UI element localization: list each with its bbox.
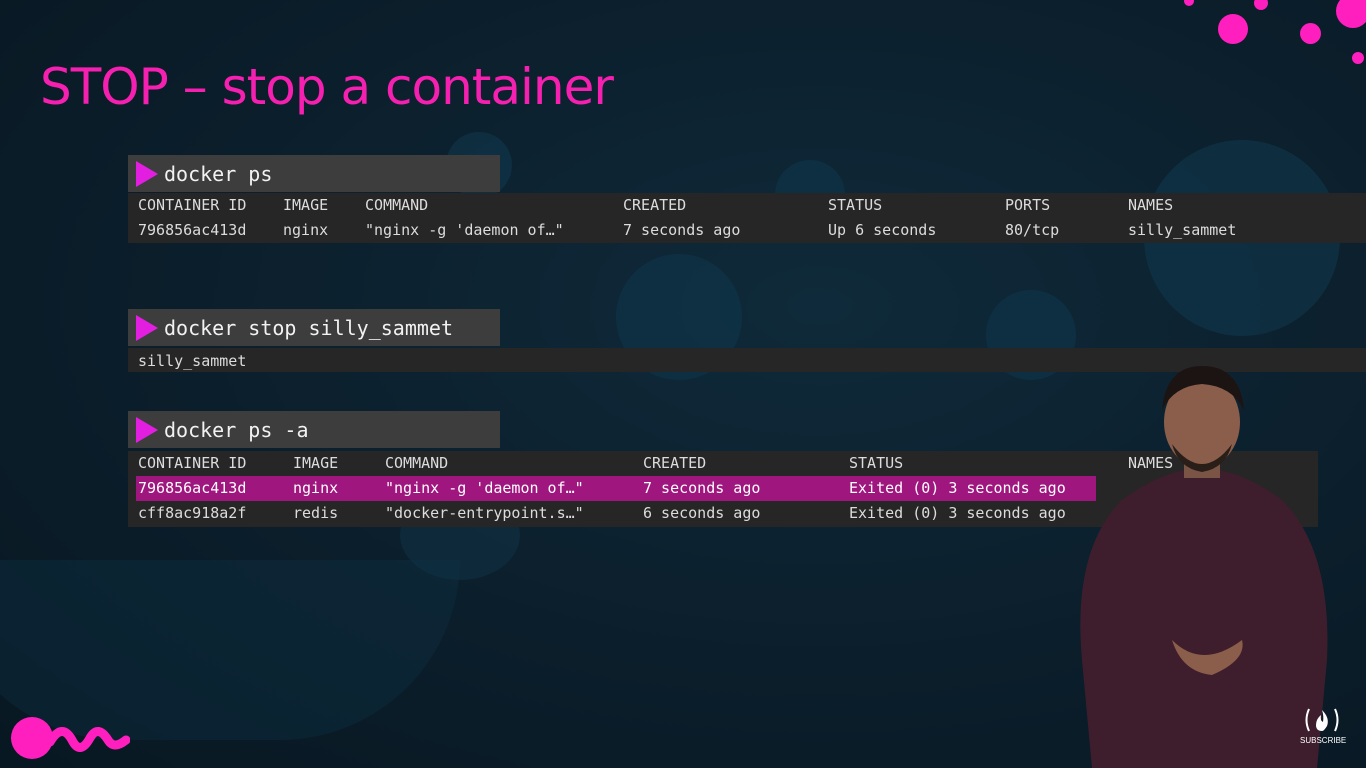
column-header: CREATED [623,196,687,214]
column-header: CREATED [643,454,707,472]
status-cell: Up 6 seconds [828,221,937,239]
image-name: redis [293,504,339,522]
command-bar: docker ps [128,155,500,192]
names-cell: silly_sammet [1128,221,1237,239]
column-header: COMMAND [365,196,429,214]
table-row-highlighted: 796856ac413d nginx "nginx -g 'daemon of…… [136,476,1096,501]
play-arrow-icon [136,160,158,187]
created-cell: 7 seconds ago [623,221,741,239]
command-cell: "docker-entrypoint.s…" [385,504,584,522]
column-header: IMAGE [283,196,329,214]
brand-wave-logo [11,717,130,759]
pink-dot [1352,52,1364,64]
freecodecamp-flame-icon [1305,708,1339,732]
column-header: IMAGE [293,454,339,472]
container-id: 796856ac413d [138,221,247,239]
bg-whale-shape [0,560,460,740]
pink-dot [1184,0,1194,6]
command-text: docker ps [164,161,273,186]
pink-dot [1218,14,1248,44]
command-bar: docker ps -a [128,411,500,448]
container-id: 796856ac413d [138,479,247,497]
ports-cell: 80/tcp [1005,221,1060,239]
created-cell: 7 seconds ago [643,479,761,497]
column-header: NAMES [1128,196,1174,214]
subscribe-button[interactable]: SUBSCRIBE [1300,706,1347,745]
slide-title: STOP – stop a container [40,58,614,116]
column-header: PORTS [1005,196,1051,214]
column-header: CONTAINER ID [138,454,247,472]
column-header: COMMAND [385,454,449,472]
status-cell: Exited (0) 3 seconds ago [849,479,1066,497]
table-header: CONTAINER ID IMAGE COMMAND CREATED STATU… [128,193,1366,218]
terminal-output: CONTAINER ID IMAGE COMMAND CREATED STATU… [128,193,1366,243]
command-cell: "nginx -g 'daemon of…" [365,221,564,239]
column-header: STATUS [828,196,883,214]
image-name: nginx [283,221,329,239]
command-bar: docker stop silly_sammet [128,309,500,346]
subscribe-label: SUBSCRIBE [1300,736,1347,745]
table-row: 796856ac413d nginx "nginx -g 'daemon of…… [128,218,1366,243]
command-text: docker stop silly_sammet [164,315,453,340]
command-text: docker ps -a [164,417,309,442]
output-text: silly_sammet [138,352,247,370]
column-header: STATUS [849,454,904,472]
container-id: cff8ac918a2f [138,504,247,522]
play-arrow-icon [136,314,158,341]
image-name: nginx [293,479,339,497]
play-arrow-icon [136,416,158,443]
created-cell: 6 seconds ago [643,504,761,522]
pink-dot [1254,0,1268,10]
column-header: CONTAINER ID [138,196,247,214]
status-cell: Exited (0) 3 seconds ago [849,504,1066,522]
pink-dot [1336,0,1366,28]
command-cell: "nginx -g 'daemon of…" [385,479,584,497]
pink-dot [1300,23,1321,44]
